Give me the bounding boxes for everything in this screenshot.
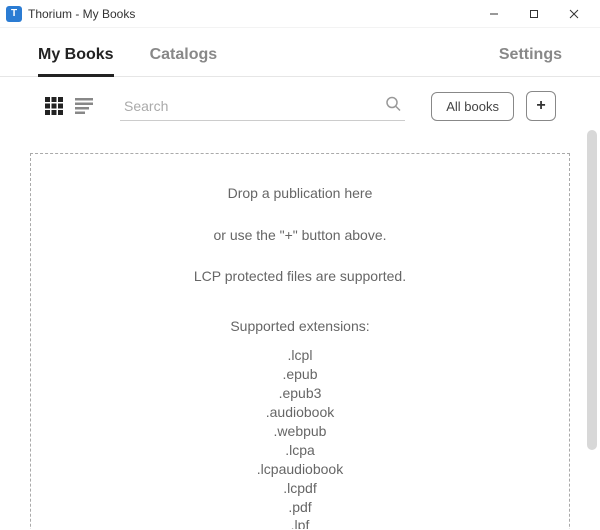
tab-catalogs[interactable]: Catalogs <box>132 36 236 76</box>
search-input[interactable] <box>120 92 405 120</box>
extension-item: .lcpaudiobook <box>43 460 557 479</box>
toolbar: All books + <box>0 77 600 135</box>
extension-item: .lcpl <box>43 346 557 365</box>
tab-settings[interactable]: Settings <box>481 36 580 76</box>
view-mode-group <box>44 96 94 116</box>
titlebar: T Thorium - My Books <box>0 0 600 28</box>
dropzone-line3: LCP protected files are supported. <box>43 267 557 287</box>
content-area: Drop a publication here or use the "+" b… <box>0 135 600 529</box>
main-tabs: My Books Catalogs Settings <box>0 28 600 77</box>
tab-my-books[interactable]: My Books <box>20 36 132 76</box>
search-field-wrap <box>120 92 405 121</box>
grid-view-icon[interactable] <box>44 96 64 116</box>
extension-item: .epub <box>43 365 557 384</box>
app-icon: T <box>6 6 22 22</box>
filter-all-books-button[interactable]: All books <box>431 92 514 121</box>
minimize-button[interactable] <box>474 0 514 28</box>
dropzone-line1: Drop a publication here <box>43 184 557 204</box>
close-button[interactable] <box>554 0 594 28</box>
dropzone[interactable]: Drop a publication here or use the "+" b… <box>30 153 570 529</box>
window-controls <box>474 0 594 28</box>
dropzone-line2: or use the "+" button above. <box>43 226 557 246</box>
extension-item: .epub3 <box>43 384 557 403</box>
maximize-button[interactable] <box>514 0 554 28</box>
extension-item: .pdf <box>43 498 557 517</box>
add-book-button[interactable]: + <box>526 91 556 121</box>
extension-item: .lcpdf <box>43 479 557 498</box>
window-title: Thorium - My Books <box>28 7 474 21</box>
scrollbar[interactable] <box>587 130 597 450</box>
supported-extensions-heading: Supported extensions: <box>43 317 557 337</box>
search-icon[interactable] <box>385 95 401 116</box>
extension-item: .webpub <box>43 422 557 441</box>
extension-item: .audiobook <box>43 403 557 422</box>
extension-item: .lcpa <box>43 441 557 460</box>
list-view-icon[interactable] <box>74 96 94 116</box>
supported-extensions-list: .lcpl.epub.epub3.audiobook.webpub.lcpa.l… <box>43 346 557 529</box>
extension-item: .lpf <box>43 516 557 529</box>
